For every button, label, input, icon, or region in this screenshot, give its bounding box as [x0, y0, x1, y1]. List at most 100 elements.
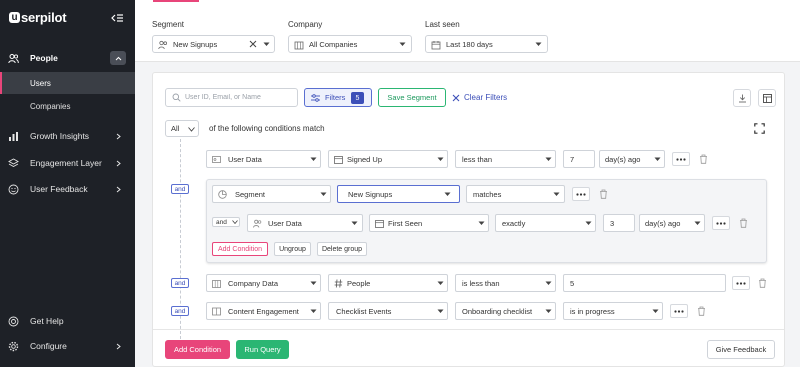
condition-3-field-select[interactable]: Checklist Events — [328, 302, 448, 320]
more-dots-icon — [674, 309, 684, 313]
more-dots-icon — [736, 281, 746, 285]
more-dots-icon — [716, 221, 726, 225]
chevron-right-icon — [115, 186, 122, 193]
condition-3-operator-select[interactable]: Onboarding checklist — [455, 302, 556, 320]
group-condition-1-more-button[interactable] — [572, 187, 590, 201]
people-collapse-button[interactable] — [110, 51, 126, 65]
group-condition-1-category-select[interactable]: Segment — [212, 185, 331, 203]
chevron-down-icon — [310, 157, 317, 162]
condition-2-value-input[interactable]: 5 — [563, 274, 726, 292]
group-add-condition-button[interactable]: Add Condition — [212, 242, 268, 256]
search-input[interactable] — [185, 91, 295, 104]
collapse-sidebar-icon[interactable] — [110, 12, 124, 24]
condition-1-operator-select[interactable]: less than — [455, 150, 556, 168]
chevron-down-icon — [585, 221, 592, 226]
clear-segment-icon[interactable] — [249, 40, 257, 48]
group-condition-2-field-select[interactable]: First Seen — [369, 214, 489, 232]
last-seen-select[interactable]: Last 180 days — [425, 35, 548, 53]
smiley-icon — [8, 184, 19, 195]
group-condition-2-operator-select[interactable]: exactly — [495, 214, 596, 232]
filters-button[interactable]: Filters 5 — [304, 88, 372, 107]
chevron-down-icon — [694, 221, 701, 226]
add-condition-button[interactable]: Add Condition — [165, 340, 230, 359]
condition-3-value-select[interactable]: is in progress — [563, 302, 663, 320]
condition-2-category-select[interactable]: Company Data — [206, 274, 321, 292]
group-condition-2-category-select[interactable]: User Data — [247, 214, 363, 232]
chevron-right-icon — [115, 343, 122, 350]
trash-icon[interactable] — [697, 306, 706, 316]
and-connector[interactable]: and — [171, 306, 189, 316]
help-lifebuoy-icon — [8, 316, 19, 327]
nav-configure[interactable]: Configure — [0, 335, 135, 357]
chevron-down-icon — [437, 281, 444, 286]
run-query-button[interactable]: Run Query — [236, 340, 289, 359]
nav-people[interactable]: People — [0, 47, 135, 69]
sidebar-item-users[interactable]: Users — [0, 72, 135, 94]
condition-group: Segment New Signups matches and User Dat… — [206, 179, 767, 263]
trash-icon[interactable] — [699, 154, 708, 164]
chevron-down-icon — [545, 309, 552, 314]
clear-filters-button[interactable]: Clear Filters — [452, 91, 507, 104]
condition-1-field-select[interactable]: Signed Up — [328, 150, 448, 168]
save-segment-button[interactable]: Save Segment — [378, 88, 446, 107]
columns-button[interactable] — [758, 89, 776, 107]
trash-icon[interactable] — [599, 189, 608, 199]
nav-growth-insights[interactable]: Growth Insights — [0, 125, 135, 147]
app-logo[interactable]: u serpilot — [9, 10, 67, 25]
chevron-down-icon — [188, 127, 195, 132]
chevron-down-icon — [351, 221, 358, 226]
more-dots-icon — [576, 192, 586, 196]
more-dots-icon — [676, 157, 686, 161]
calendar-icon — [375, 219, 384, 228]
condition-2-more-button[interactable] — [732, 276, 750, 290]
ungroup-button[interactable]: Ungroup — [274, 242, 311, 256]
condition-1-more-button[interactable] — [672, 152, 690, 166]
group-condition-1-operator-select[interactable]: matches — [466, 185, 565, 203]
nav-user-feedback[interactable]: User Feedback — [0, 178, 135, 200]
condition-1-category-select[interactable]: User Data — [206, 150, 321, 168]
chevron-down-icon — [399, 42, 406, 47]
group-condition-2-unit-select[interactable]: day(s) ago — [639, 214, 705, 232]
segment-label: Segment — [152, 20, 185, 29]
and-connector[interactable]: and — [171, 278, 189, 288]
condition-3-more-button[interactable] — [670, 304, 688, 318]
group-condition-2-value-input[interactable]: 3 — [603, 214, 635, 232]
gear-icon — [8, 341, 19, 352]
chevron-down-icon — [545, 281, 552, 286]
company-select[interactable]: All Companies — [288, 35, 412, 53]
condition-2-operator-select[interactable]: is less than — [455, 274, 556, 292]
condition-1-value-input[interactable]: 7 — [563, 150, 595, 168]
chevron-down-icon — [310, 281, 317, 286]
trash-icon[interactable] — [758, 278, 767, 288]
building-icon — [212, 279, 221, 288]
sidebar-item-companies[interactable]: Companies — [0, 95, 135, 117]
nav-engagement-layer[interactable]: Engagement Layer — [0, 152, 135, 174]
chevron-down-icon — [545, 157, 552, 162]
group-condition-1-segment-select[interactable]: New Signups — [337, 185, 460, 203]
expand-fullscreen-icon[interactable] — [754, 123, 765, 134]
download-button[interactable] — [733, 89, 751, 107]
trash-icon[interactable] — [739, 218, 748, 228]
search-icon — [172, 93, 181, 102]
search-field[interactable] — [165, 88, 298, 107]
footer-divider — [153, 329, 784, 330]
condition-3-category-select[interactable]: Content Engagement — [206, 302, 321, 320]
group-and-select[interactable]: and — [212, 217, 240, 227]
people-icon — [8, 53, 19, 64]
condition-2-field-select[interactable]: People — [328, 274, 448, 292]
give-feedback-button[interactable]: Give Feedback — [707, 340, 775, 359]
chevron-down-icon — [310, 309, 317, 314]
chevron-down-icon — [444, 192, 451, 197]
filter-header: Segment New Signups Company All Companie… — [135, 0, 800, 62]
condition-1-unit-select[interactable]: day(s) ago — [599, 150, 665, 168]
calendar-icon — [431, 40, 441, 50]
chevron-down-icon — [654, 157, 661, 162]
chevron-down-icon — [263, 42, 270, 47]
nav-get-help[interactable]: Get Help — [0, 310, 135, 332]
and-connector[interactable]: and — [171, 184, 189, 194]
segment-select[interactable]: New Signups — [152, 35, 275, 53]
delete-group-button[interactable]: Delete group — [317, 242, 367, 256]
group-condition-2-more-button[interactable] — [712, 216, 730, 230]
chevron-down-icon — [320, 192, 327, 197]
match-mode-select[interactable]: All — [165, 120, 199, 137]
